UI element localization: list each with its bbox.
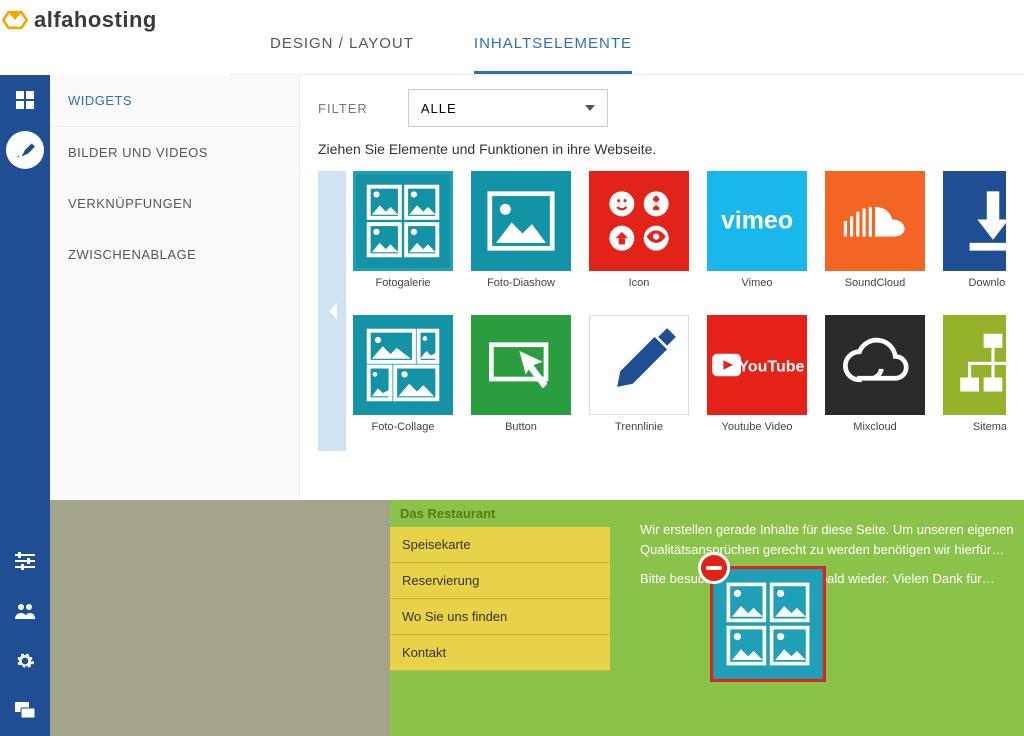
tab-design[interactable]: DESIGN / LAYOUT (270, 35, 414, 74)
nav-item[interactable]: Wo Sie uns finden (390, 599, 610, 635)
nav-item[interactable]: Speisekarte (390, 527, 610, 563)
widget-collage[interactable]: Foto-Collage (348, 315, 458, 455)
cat-widgets[interactable]: WIDGETS (50, 75, 299, 127)
widget-tile (589, 171, 689, 271)
widget-tile: YouTube (707, 315, 807, 415)
brush-icon (15, 140, 35, 160)
widget-tile (471, 171, 571, 271)
widget-sitemap[interactable]: Sitemap (938, 315, 1006, 455)
left-rail (0, 75, 50, 736)
widget-label: Mixcloud (825, 421, 925, 433)
widget-button[interactable]: Button (466, 315, 576, 455)
gallery-icon (723, 579, 813, 669)
widget-label: Foto-Collage (353, 421, 453, 433)
widget-label: Icon (589, 277, 689, 289)
widget-diashow[interactable]: Foto-Diashow (466, 171, 576, 311)
widget-tile: vimeo (707, 171, 807, 271)
widget-tile (589, 315, 689, 415)
widget-editor: FILTER ALLE Ziehen Sie Elemente und Funk… (300, 75, 1024, 500)
widget-tile (471, 315, 571, 415)
widget-tile (353, 315, 453, 415)
widget-mixcloud[interactable]: Mixcloud (820, 315, 930, 455)
rail-gear[interactable] (0, 636, 50, 686)
chevron-left-icon (327, 303, 337, 319)
widget-tile (353, 171, 453, 271)
pencil-icon (600, 326, 678, 404)
widget-label: Foto-Diashow (471, 277, 571, 289)
filter-select[interactable]: ALLE (408, 89, 608, 127)
widget-icon[interactable]: Icon (584, 171, 694, 311)
image-icon (482, 182, 560, 260)
widget-label: SoundCloud (825, 277, 925, 289)
widget-label: Fotogalerie (353, 277, 453, 289)
rail-chat[interactable] (0, 686, 50, 736)
preview-p1: Wir erstellen gerade Inhalte für diese S… (640, 520, 1014, 559)
rail-brush[interactable] (6, 131, 44, 169)
widget-vimeo[interactable]: vimeo Vimeo (702, 171, 812, 311)
widget-download[interactable]: Download (938, 171, 1006, 311)
widget-label: Youtube Video (707, 421, 807, 433)
cat-clip[interactable]: ZWISCHENABLAGE (50, 229, 299, 280)
rail-sliders[interactable] (0, 536, 50, 586)
widget-soundcloud[interactable]: SoundCloud (820, 171, 930, 311)
cat-bilder[interactable]: BILDER UND VIDEOS (50, 127, 299, 178)
soundcloud-icon (836, 182, 914, 260)
gallery-icon (364, 182, 442, 260)
filter-label: FILTER (318, 101, 368, 116)
widget-label: Trennlinie (589, 421, 689, 433)
sliders-icon (15, 552, 35, 570)
icons-grid-icon (600, 182, 678, 260)
site-preview: Das Restaurant Speisekarte Reservierung … (50, 500, 1024, 736)
top-tabs: DESIGN / LAYOUT INHALTSELEMENTE (230, 0, 1024, 75)
drag-ghost[interactable] (710, 566, 826, 682)
filter-value: ALLE (421, 101, 457, 116)
widget-gallery: Fotogalerie Foto-Diashow Icon vimeo Vimeo Sou… (348, 171, 1006, 455)
widget-label: Vimeo (707, 277, 807, 289)
widget-label: Button (471, 421, 571, 433)
nav-title: Das Restaurant (390, 500, 610, 527)
button-icon (482, 326, 560, 404)
editor-hint: Ziehen Sie Elemente und Funktionen in ih… (318, 141, 1006, 157)
people-icon (14, 602, 36, 620)
gear-icon (15, 651, 35, 671)
chat-icon (15, 702, 35, 720)
preview-nav: Das Restaurant Speisekarte Reservierung … (390, 500, 610, 671)
tab-content[interactable]: INHALTSELEMENTE (474, 35, 632, 74)
rail-grid[interactable] (0, 75, 50, 125)
svg-text:YouTube: YouTube (738, 358, 804, 375)
gallery-prev-button[interactable] (318, 171, 346, 451)
brand-logo: alfahosting (0, 0, 230, 40)
youtube-icon: YouTube (709, 345, 805, 385)
nav-item[interactable]: Kontakt (390, 635, 610, 671)
svg-text:vimeo: vimeo (721, 207, 793, 235)
cloud-icon (836, 326, 914, 404)
preview-text: Wir erstellen gerade Inhalte für diese S… (640, 520, 1014, 599)
widget-youtube[interactable]: YouTube Youtube Video (702, 315, 812, 455)
widget-tile (825, 315, 925, 415)
preview-leftcol (50, 500, 390, 736)
vimeo-icon: vimeo (709, 201, 805, 241)
download-icon (954, 182, 1006, 260)
rail-people[interactable] (0, 586, 50, 636)
widget-fotogalerie[interactable]: Fotogalerie (348, 171, 458, 311)
collage-icon (364, 326, 442, 404)
brand-name: alfahosting (34, 7, 157, 33)
widget-label: Sitemap (943, 421, 1006, 433)
widget-tile (825, 171, 925, 271)
cat-links[interactable]: VERKNÜPFUNGEN (50, 178, 299, 229)
widget-label: Download (943, 277, 1006, 289)
no-drop-icon (698, 552, 730, 584)
logo-icon (2, 7, 28, 33)
preview-p2: Bitte besuchen Sie diese Seite bald wied… (640, 569, 1014, 589)
sitemap-icon (954, 326, 1006, 404)
chevron-down-icon (585, 105, 595, 111)
widget-tile (943, 315, 1006, 415)
widget-trennlinie[interactable]: Trennlinie (584, 315, 694, 455)
widget-tile (943, 171, 1006, 271)
widget-category-panel: WIDGETS BILDER UND VIDEOS VERKNÜPFUNGEN … (50, 75, 300, 500)
grid-icon (15, 90, 35, 110)
nav-item[interactable]: Reservierung (390, 563, 610, 599)
